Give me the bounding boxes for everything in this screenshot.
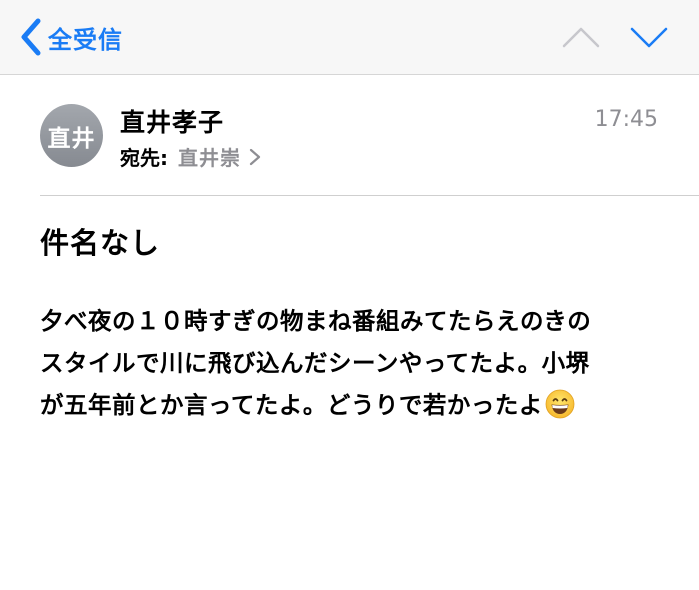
header-divider: [40, 195, 699, 196]
to-label: 宛先:: [120, 146, 168, 170]
back-button[interactable]: 全受信: [18, 16, 123, 58]
chevron-left-icon: [21, 18, 41, 56]
grinning-face-emoji-icon: [545, 389, 575, 419]
recipient-name[interactable]: 直井崇: [178, 142, 241, 171]
message-time: 17:45: [594, 107, 658, 132]
message-subject: 件名なし: [40, 226, 161, 260]
message-body: 夕べ夜の１０時すぎの物まね番組みてたらえのきの スタイルで川に飛び込んだシーンや…: [40, 300, 670, 426]
recipient-row[interactable]: 宛先: 直井崇: [120, 142, 261, 171]
message-header: 直井 直井孝子 17:45 宛先: 直井崇: [0, 75, 699, 195]
next-message-chevron-down-icon[interactable]: [629, 22, 669, 52]
body-line: スタイルで川に飛び込んだシーンやってたよ。小堺: [40, 349, 590, 377]
previous-message-chevron-up-icon[interactable]: [561, 22, 601, 52]
body-line-last: が五年前とか言ってたよ。どうりで若かったよ: [40, 384, 670, 426]
back-label: 全受信: [48, 25, 123, 54]
sender-avatar[interactable]: 直井: [40, 104, 103, 167]
body-line: 夕べ夜の１０時すぎの物まね番組みてたらえのきの: [40, 307, 592, 335]
sender-name[interactable]: 直井孝子: [120, 103, 224, 139]
chevron-right-icon: [249, 148, 261, 165]
body-line-text: が五年前とか言ってたよ。どうりで若かったよ: [40, 391, 543, 419]
navigation-bar: 全受信: [0, 0, 699, 75]
